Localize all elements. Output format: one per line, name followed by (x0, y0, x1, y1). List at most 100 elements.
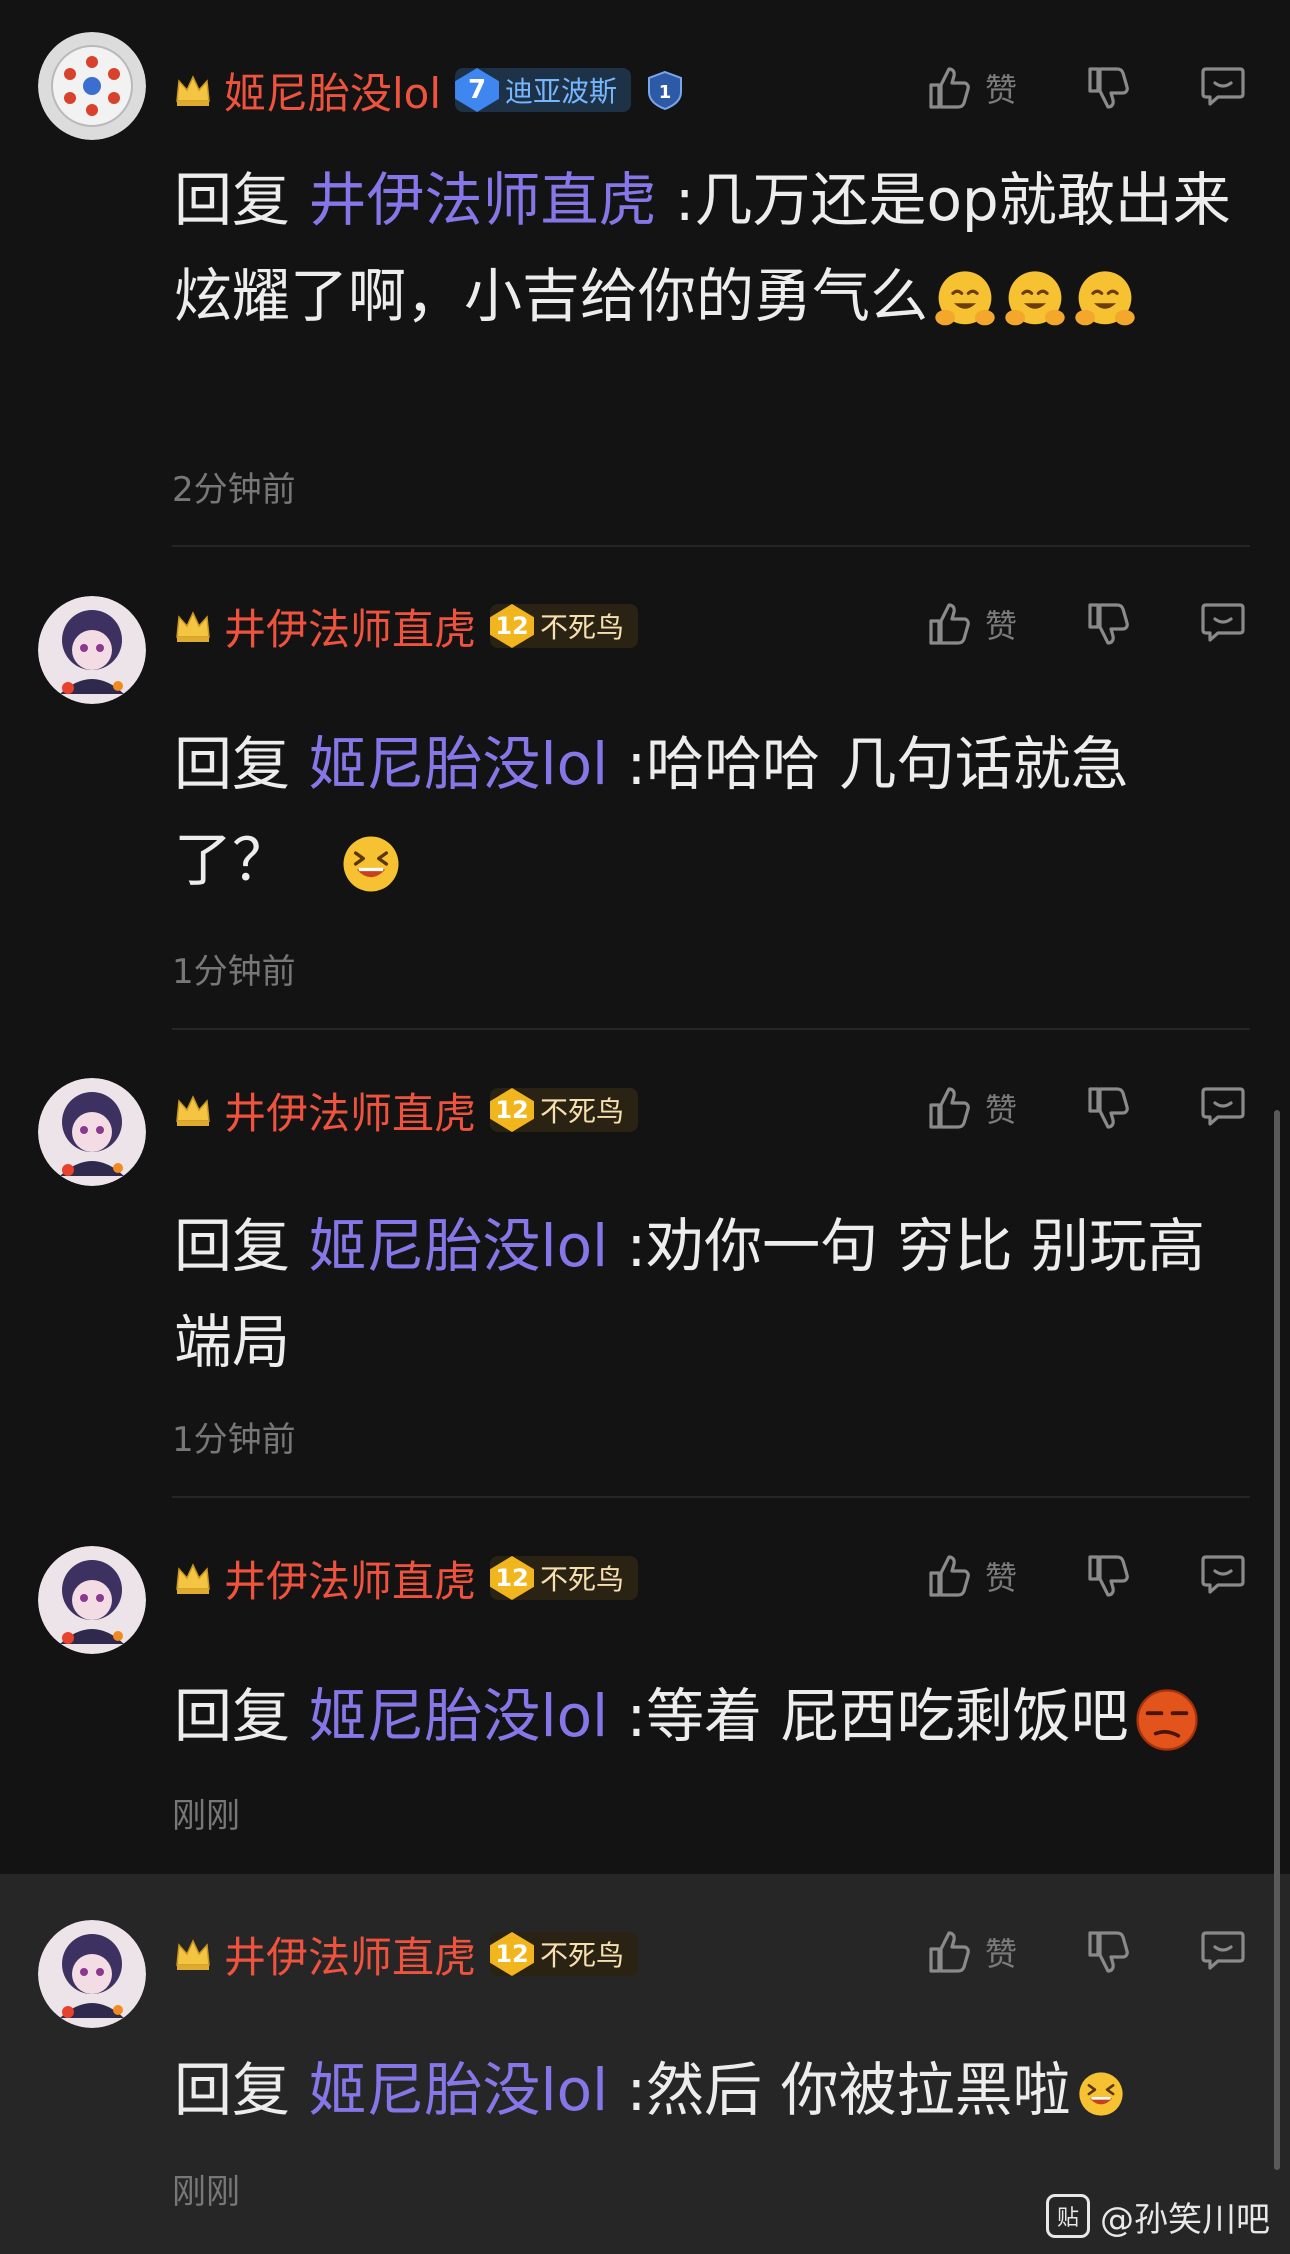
crown-icon (174, 1561, 212, 1595)
mention-link[interactable]: 井伊法师直虎 (308, 166, 656, 234)
avatar[interactable] (38, 596, 146, 704)
crown-icon (174, 609, 212, 643)
level-badge[interactable]: 7 迪亚波斯 (455, 68, 632, 112)
like-button[interactable]: 赞 (925, 1078, 1017, 1138)
thumbs-up-icon (925, 1551, 975, 1601)
like-label: 赞 (985, 1935, 1018, 1973)
level-badge[interactable]: 12 不死鸟 (490, 1088, 639, 1132)
reply-prefix: 回复 (174, 2056, 291, 2124)
dislike-button[interactable] (1084, 1546, 1134, 1606)
level-badge[interactable]: 12 不死鸟 (490, 604, 639, 648)
hug-emoji-icon (932, 267, 998, 333)
level-number: 12 (490, 604, 535, 648)
comment-body: 回复 姬尼胎没lol :哈哈哈 几句话就急了？ (174, 716, 1234, 908)
reply-button[interactable] (1198, 592, 1248, 652)
level-number: 12 (490, 1556, 535, 1600)
laughing-emoji-icon (338, 831, 404, 897)
avatar[interactable] (38, 32, 146, 140)
thumbs-down-icon (1084, 599, 1134, 649)
tieba-logo-icon: 贴 (1046, 2194, 1090, 2238)
comment-icon (1198, 1081, 1248, 1131)
avatar[interactable] (38, 1078, 146, 1186)
timestamp: 1分钟前 (172, 1420, 296, 1460)
hug-emoji-icon (1002, 267, 1068, 333)
thumbs-up-icon (925, 1083, 975, 1133)
level-number: 12 (490, 1932, 535, 1976)
comment-item: 井伊法师直虎 12 不死鸟 赞 回复 姬尼胎没lol :劝你一句 穷比 别玩高端… (0, 1030, 1290, 1498)
user-line: 井伊法师直虎 12 不死鸟 (174, 1924, 639, 1985)
like-button[interactable]: 赞 (925, 594, 1017, 654)
laughing-emoji-icon (1075, 2068, 1127, 2120)
smug-emoji-icon (1133, 1686, 1201, 1754)
level-badge[interactable]: 12 不死鸟 (490, 1556, 639, 1600)
mention-link[interactable]: 姬尼胎没lol (308, 730, 608, 798)
scrollbar[interactable] (1274, 1110, 1280, 2170)
like-button[interactable]: 赞 (925, 1546, 1017, 1606)
crown-icon (174, 1937, 212, 1971)
timestamp: 2分钟前 (172, 470, 296, 510)
thumbs-down-icon (1084, 1551, 1134, 1601)
comment-item: 井伊法师直虎 12 不死鸟 赞 回复 姬尼胎没lol :等着 屁西吃剩饭吧 刚刚 (0, 1498, 1290, 1874)
avatar[interactable] (38, 1546, 146, 1654)
level-title: 不死鸟 (540, 1095, 625, 1128)
username[interactable]: 井伊法师直虎 (224, 1080, 476, 1141)
hug-emoji-icon (1072, 267, 1138, 333)
comment-text: :然后 你被拉黑啦 (608, 2056, 1071, 2124)
comment-icon (1198, 597, 1248, 647)
user-line: 井伊法师直虎 12 不死鸟 (174, 596, 639, 657)
mention-link[interactable]: 姬尼胎没lol (308, 2056, 608, 2124)
like-label: 赞 (985, 71, 1018, 109)
dislike-button[interactable] (1084, 1922, 1134, 1982)
rank-badge-icon: 1 (643, 68, 687, 112)
comment-icon (1198, 61, 1248, 111)
user-line: 井伊法师直虎 12 不死鸟 (174, 1548, 639, 1609)
like-button[interactable]: 赞 (925, 58, 1017, 118)
like-label: 赞 (985, 1559, 1018, 1597)
like-label: 赞 (985, 1091, 1018, 1129)
dislike-button[interactable] (1084, 594, 1134, 654)
mention-link[interactable]: 姬尼胎没lol (308, 1682, 608, 1750)
watermark: 贴 @孙笑川吧 (1046, 2186, 1270, 2246)
reply-prefix: 回复 (174, 730, 291, 798)
thumbs-up-icon (925, 1927, 975, 1977)
comment-body: 回复 井伊法师直虎 :几万还是op就敢出来炫耀了啊，小吉给你的勇气么 (174, 152, 1234, 344)
like-button[interactable]: 赞 (925, 1922, 1017, 1982)
level-title: 不死鸟 (540, 1563, 625, 1596)
level-title: 迪亚波斯 (505, 75, 618, 108)
level-title: 不死鸟 (540, 611, 625, 644)
reply-prefix: 回复 (174, 1212, 291, 1280)
reply-button[interactable] (1198, 1076, 1248, 1136)
comment-icon (1198, 1549, 1248, 1599)
crown-icon (174, 73, 212, 107)
dislike-button[interactable] (1084, 1078, 1134, 1138)
comment-item: 姬尼胎没lol 7 迪亚波斯 1 赞 回复 井伊法师直虎 :几万还是op就敢出来… (0, 0, 1290, 548)
thumbs-down-icon (1084, 63, 1134, 113)
rank-badge-number: 1 (659, 82, 672, 103)
divider (172, 545, 1250, 547)
reply-button[interactable] (1198, 1544, 1248, 1604)
watermark-text: @孙笑川吧 (1100, 2199, 1270, 2240)
level-number: 7 (455, 68, 500, 112)
like-label: 赞 (985, 607, 1018, 645)
username[interactable]: 姬尼胎没lol (224, 60, 441, 121)
level-badge[interactable]: 12 不死鸟 (490, 1932, 639, 1976)
thumbs-down-icon (1084, 1083, 1134, 1133)
timestamp: 刚刚 (172, 2172, 240, 2212)
timestamp: 刚刚 (172, 1796, 240, 1836)
user-line: 姬尼胎没lol 7 迪亚波斯 1 (174, 60, 687, 120)
username[interactable]: 井伊法师直虎 (224, 596, 476, 657)
thumbs-down-icon (1084, 1927, 1134, 1977)
reply-button[interactable] (1198, 1920, 1248, 1980)
level-number: 12 (490, 1088, 535, 1132)
user-line: 井伊法师直虎 12 不死鸟 (174, 1080, 639, 1141)
thumbs-up-icon (925, 599, 975, 649)
comment-body: 回复 姬尼胎没lol :然后 你被拉黑啦 (174, 2042, 1234, 2138)
reply-button[interactable] (1198, 56, 1248, 116)
username[interactable]: 井伊法师直虎 (224, 1548, 476, 1609)
username[interactable]: 井伊法师直虎 (224, 1924, 476, 1985)
dislike-button[interactable] (1084, 58, 1134, 118)
comment-body: 回复 姬尼胎没lol :等着 屁西吃剩饭吧 (174, 1668, 1234, 1764)
level-title: 不死鸟 (540, 1939, 625, 1972)
mention-link[interactable]: 姬尼胎没lol (308, 1212, 608, 1280)
avatar[interactable] (38, 1920, 146, 2028)
